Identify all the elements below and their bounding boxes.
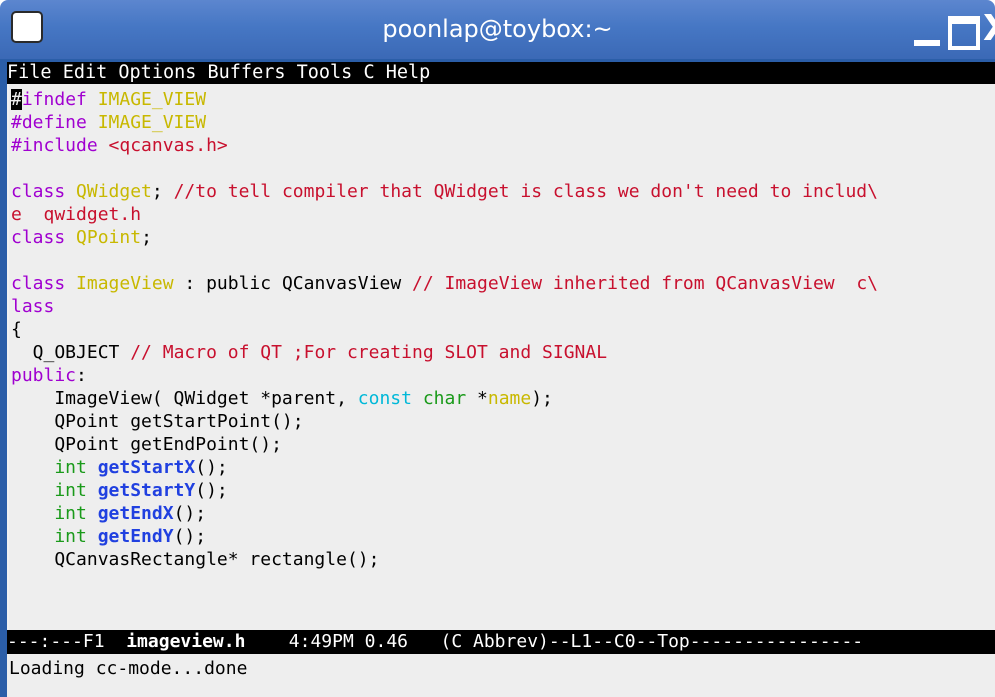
code-line: class ImageView : public QCanvasView // … bbox=[11, 273, 878, 294]
menu-file[interactable]: File bbox=[7, 62, 52, 83]
modeline-status: ---:---F1 bbox=[7, 631, 127, 652]
code-line: int getEndX(); bbox=[11, 503, 207, 524]
maximize-button[interactable] bbox=[948, 10, 980, 50]
echo-message: Loading cc-mode...done bbox=[9, 658, 248, 679]
code-line: QCanvasRectangle* rectangle(); bbox=[11, 549, 380, 570]
code-line: ImageView( QWidget *parent, const char *… bbox=[11, 388, 553, 409]
code-line: class QWidget; //to tell compiler that Q… bbox=[11, 181, 878, 202]
code-line: class QPoint; bbox=[11, 227, 152, 248]
close-button[interactable]: X bbox=[983, 10, 995, 48]
emacs-window: poonlap@toybox:~ X File Edit Options Buf… bbox=[0, 0, 995, 697]
code-line: #define IMAGE_VIEW bbox=[11, 112, 207, 133]
code-line: int getStartY(); bbox=[11, 480, 228, 501]
code-line: QPoint getStartPoint(); bbox=[11, 411, 304, 432]
code-line: { bbox=[11, 319, 22, 340]
editor-buffer[interactable]: #ifndef IMAGE_VIEW #define IMAGE_VIEW #i… bbox=[7, 84, 995, 630]
modeline-buffer-name[interactable]: imageview.h bbox=[126, 631, 245, 652]
code-line: #include <qcanvas.h> bbox=[11, 135, 228, 156]
modeline-info: 4:49PM 0.46 (C Abbrev)--L1--C0--Top-----… bbox=[245, 631, 864, 652]
echo-area[interactable]: Loading cc-mode...done bbox=[7, 654, 995, 697]
code-line: e qwidget.h bbox=[11, 204, 142, 225]
window-title: poonlap@toybox:~ bbox=[382, 15, 613, 43]
minimize-button[interactable] bbox=[912, 10, 942, 48]
code-line: int getEndY(); bbox=[11, 526, 207, 547]
menu-edit[interactable]: Edit bbox=[63, 62, 108, 83]
code-line: lass bbox=[11, 296, 55, 317]
code-line: QPoint getEndPoint(); bbox=[11, 434, 282, 455]
menu-buffers[interactable]: Buffers bbox=[208, 62, 286, 83]
code-line: Q_OBJECT // Macro of QT ;For creating SL… bbox=[11, 342, 608, 363]
menu-options[interactable]: Options bbox=[118, 62, 196, 83]
menu-tools[interactable]: Tools bbox=[297, 62, 353, 83]
menu-help[interactable]: Help bbox=[386, 62, 431, 83]
code-line: #ifndef IMAGE_VIEW bbox=[11, 89, 207, 110]
code-line: public: bbox=[11, 365, 87, 386]
menu-c[interactable]: C bbox=[363, 62, 374, 83]
text-cursor: # bbox=[11, 89, 22, 110]
code-line: int getStartX(); bbox=[11, 457, 228, 478]
title-bar[interactable]: poonlap@toybox:~ X bbox=[0, 0, 995, 59]
mode-line[interactable]: ---:---F1 imageview.h 4:49PM 0.46 (C Abb… bbox=[7, 630, 995, 654]
menu-bar: File Edit Options Buffers Tools C Help bbox=[7, 62, 995, 84]
